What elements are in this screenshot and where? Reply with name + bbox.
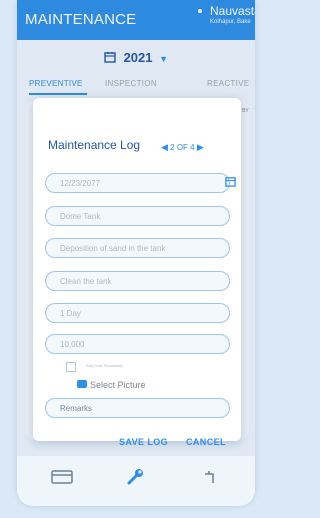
wrench-icon[interactable] <box>126 468 146 486</box>
duration-field[interactable]: 1 Day <box>45 303 230 323</box>
cost-field[interactable]: 10,000 <box>45 334 230 354</box>
add-cost-checkbox[interactable] <box>66 362 76 372</box>
tap-icon[interactable] <box>203 468 221 484</box>
select-picture-button[interactable]: Select Picture <box>90 380 146 390</box>
action-field[interactable]: Clean the tank <box>45 271 230 291</box>
camera-icon[interactable] <box>77 380 87 388</box>
modal-title: Maintenance Log <box>48 138 141 152</box>
chevron-left-icon[interactable]: ◀ <box>161 142 168 152</box>
remarks-field[interactable]: Remarks <box>45 398 230 418</box>
pager: ◀ 2 OF 4 ▶ <box>161 142 204 153</box>
card-icon[interactable] <box>51 470 73 484</box>
asset-field[interactable]: Dome Tank <box>45 206 230 226</box>
description-field[interactable]: Deposition of sand in the tank <box>45 238 230 258</box>
bottom-nav <box>17 456 255 506</box>
calendar-icon[interactable] <box>225 176 236 190</box>
add-cost-label: Add Cost Separately <box>86 363 123 368</box>
chevron-right-icon[interactable]: ▶ <box>197 142 204 152</box>
cancel-button[interactable]: CANCEL <box>186 437 226 447</box>
date-field[interactable]: 12/23/2077 <box>45 173 230 193</box>
pager-label: 2 OF 4 <box>170 143 195 152</box>
save-log-button[interactable]: SAVE LOG <box>119 437 168 447</box>
